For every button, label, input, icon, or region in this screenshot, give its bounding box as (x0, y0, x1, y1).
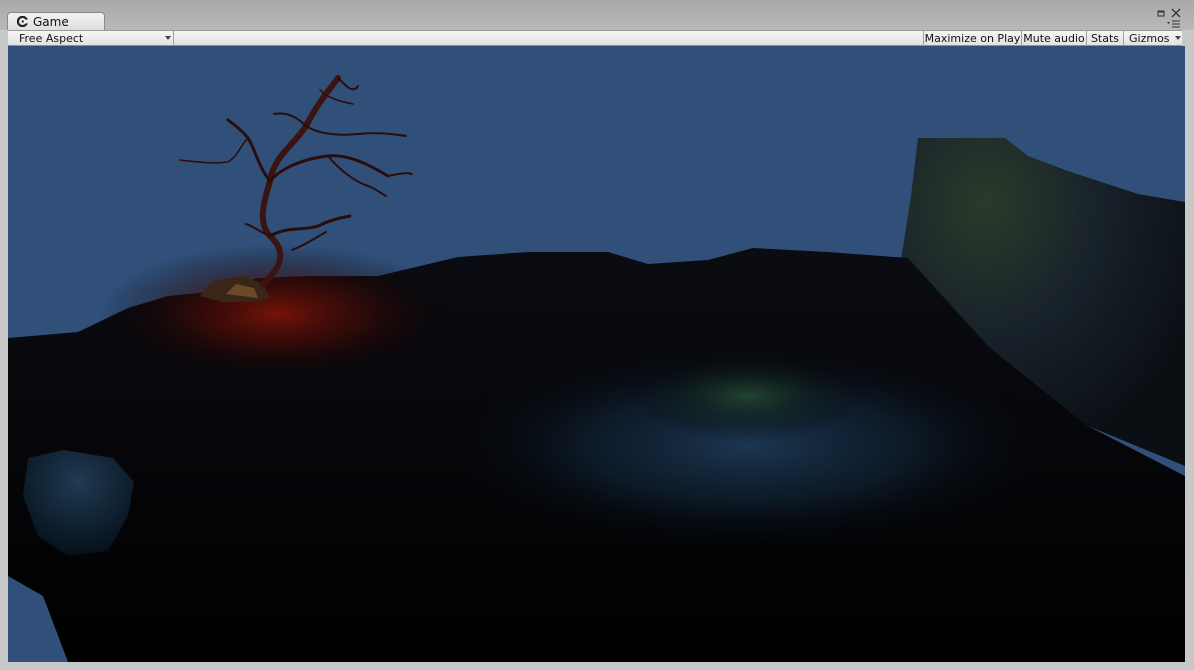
tab-menu-icon[interactable] (1167, 19, 1181, 29)
game-controller-icon (17, 16, 28, 27)
tab-game[interactable]: Game (7, 12, 105, 30)
game-scene (8, 75, 1185, 662)
maximize-icon[interactable] (1155, 8, 1167, 20)
mute-audio-label: Mute audio (1023, 32, 1085, 45)
chevron-down-icon (165, 36, 171, 40)
aspect-label: Free Aspect (19, 32, 84, 45)
green-light-pool (628, 351, 868, 441)
maximize-on-play-label: Maximize on Play (924, 32, 1021, 45)
stats-button[interactable]: Stats (1086, 31, 1123, 46)
tab-label: Game (33, 14, 69, 29)
close-icon[interactable] (1170, 7, 1182, 19)
mute-audio-button[interactable]: Mute audio (1021, 31, 1086, 46)
maximize-on-play-button[interactable]: Maximize on Play (923, 31, 1021, 46)
game-viewport[interactable] (8, 46, 1185, 662)
stats-label: Stats (1090, 32, 1120, 45)
tab-strip: Game (0, 0, 1194, 30)
chevron-down-icon (1175, 36, 1181, 40)
game-toolbar: Free Aspect Maximize on Play Mute audio … (8, 30, 1182, 46)
gizmos-button[interactable]: Gizmos (1123, 31, 1182, 46)
game-window: Game Free Aspect Maximize on Play Mute a… (0, 0, 1194, 670)
gizmos-label: Gizmos (1129, 32, 1170, 45)
aspect-dropdown[interactable]: Free Aspect (8, 31, 174, 46)
